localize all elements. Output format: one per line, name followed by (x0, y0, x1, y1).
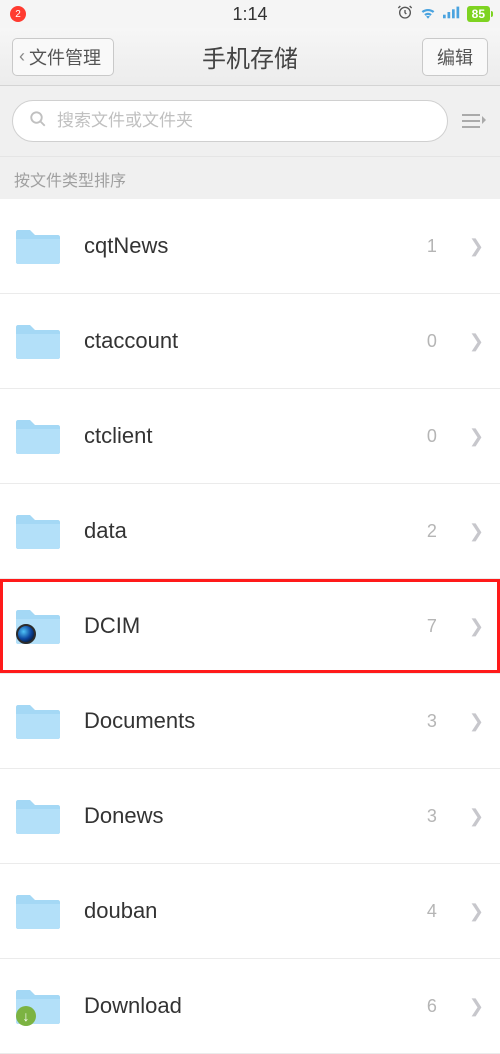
folder-count: 0 (427, 426, 437, 447)
folder-count: 2 (427, 521, 437, 542)
download-icon: ↓ (16, 1006, 36, 1026)
wifi-icon (419, 5, 437, 24)
folder-icon (14, 891, 62, 931)
back-button[interactable]: ‹ 文件管理 (12, 38, 114, 76)
folder-row[interactable]: DCIM 7 ❯ (0, 579, 500, 674)
folder-icon (14, 416, 62, 456)
status-time: 1:14 (232, 4, 267, 25)
camera-icon (16, 624, 36, 644)
filter-button[interactable] (460, 110, 488, 132)
status-right: 85 (397, 4, 490, 25)
chevron-right-icon: ❯ (469, 426, 484, 447)
folder-row[interactable]: douban 4 ❯ (0, 864, 500, 959)
folder-name: Donews (84, 803, 405, 829)
signal-icon (443, 5, 461, 24)
notification-badge: 2 (10, 6, 26, 22)
folder-count: 3 (427, 806, 437, 827)
folder-name: ctaccount (84, 328, 405, 354)
edit-button[interactable]: 编辑 (422, 38, 488, 76)
chevron-right-icon: ❯ (469, 236, 484, 257)
chevron-right-icon: ❯ (469, 331, 484, 352)
search-row (0, 86, 500, 157)
folder-name: Download (84, 993, 405, 1019)
folder-icon (14, 796, 62, 836)
alarm-icon (397, 4, 413, 25)
folder-icon (14, 321, 62, 361)
page-title: 手机存储 (202, 39, 298, 74)
nav-bar: ‹ 文件管理 手机存储 编辑 (0, 28, 500, 86)
folder-row[interactable]: ctclient 0 ❯ (0, 389, 500, 484)
search-box[interactable] (12, 100, 448, 142)
edit-button-label: 编辑 (437, 44, 473, 70)
search-icon (29, 110, 47, 133)
folder-icon (14, 701, 62, 741)
folder-icon (14, 226, 62, 266)
folder-name: data (84, 518, 405, 544)
folder-row[interactable]: Donews 3 ❯ (0, 769, 500, 864)
chevron-right-icon: ❯ (469, 996, 484, 1017)
status-bar: 2 1:14 85 (0, 0, 500, 28)
folder-icon (14, 606, 62, 646)
chevron-right-icon: ❯ (469, 806, 484, 827)
chevron-right-icon: ❯ (469, 521, 484, 542)
folder-icon (14, 511, 62, 551)
sort-header: 按文件类型排序 (0, 157, 500, 199)
folder-name: cqtNews (84, 233, 405, 259)
folder-name: DCIM (84, 613, 405, 639)
folder-icon: ↓ (14, 986, 62, 1026)
folder-count: 1 (427, 236, 437, 257)
file-list: cqtNews1❯ctaccount0❯ctclient0❯data2❯DCIM… (0, 199, 500, 1054)
status-left: 2 (10, 6, 26, 22)
chevron-right-icon: ❯ (469, 901, 484, 922)
folder-count: 3 (427, 711, 437, 732)
filter-icon (460, 110, 486, 132)
folder-name: Documents (84, 708, 405, 734)
folder-count: 0 (427, 331, 437, 352)
folder-name: ctclient (84, 423, 405, 449)
folder-row[interactable]: data 2 ❯ (0, 484, 500, 579)
folder-count: 7 (427, 616, 437, 637)
folder-row[interactable]: ↓ Download 6 ❯ (0, 959, 500, 1054)
chevron-left-icon: ‹ (19, 46, 25, 67)
chevron-right-icon: ❯ (469, 616, 484, 637)
battery-indicator: 85 (467, 6, 490, 22)
chevron-right-icon: ❯ (469, 711, 484, 732)
back-button-label: 文件管理 (29, 44, 101, 70)
folder-count: 6 (427, 996, 437, 1017)
folder-count: 4 (427, 901, 437, 922)
folder-name: douban (84, 898, 405, 924)
search-input[interactable] (57, 111, 431, 131)
folder-row[interactable]: Documents 3 ❯ (0, 674, 500, 769)
folder-row[interactable]: cqtNews 1 ❯ (0, 199, 500, 294)
folder-row[interactable]: ctaccount 0 ❯ (0, 294, 500, 389)
